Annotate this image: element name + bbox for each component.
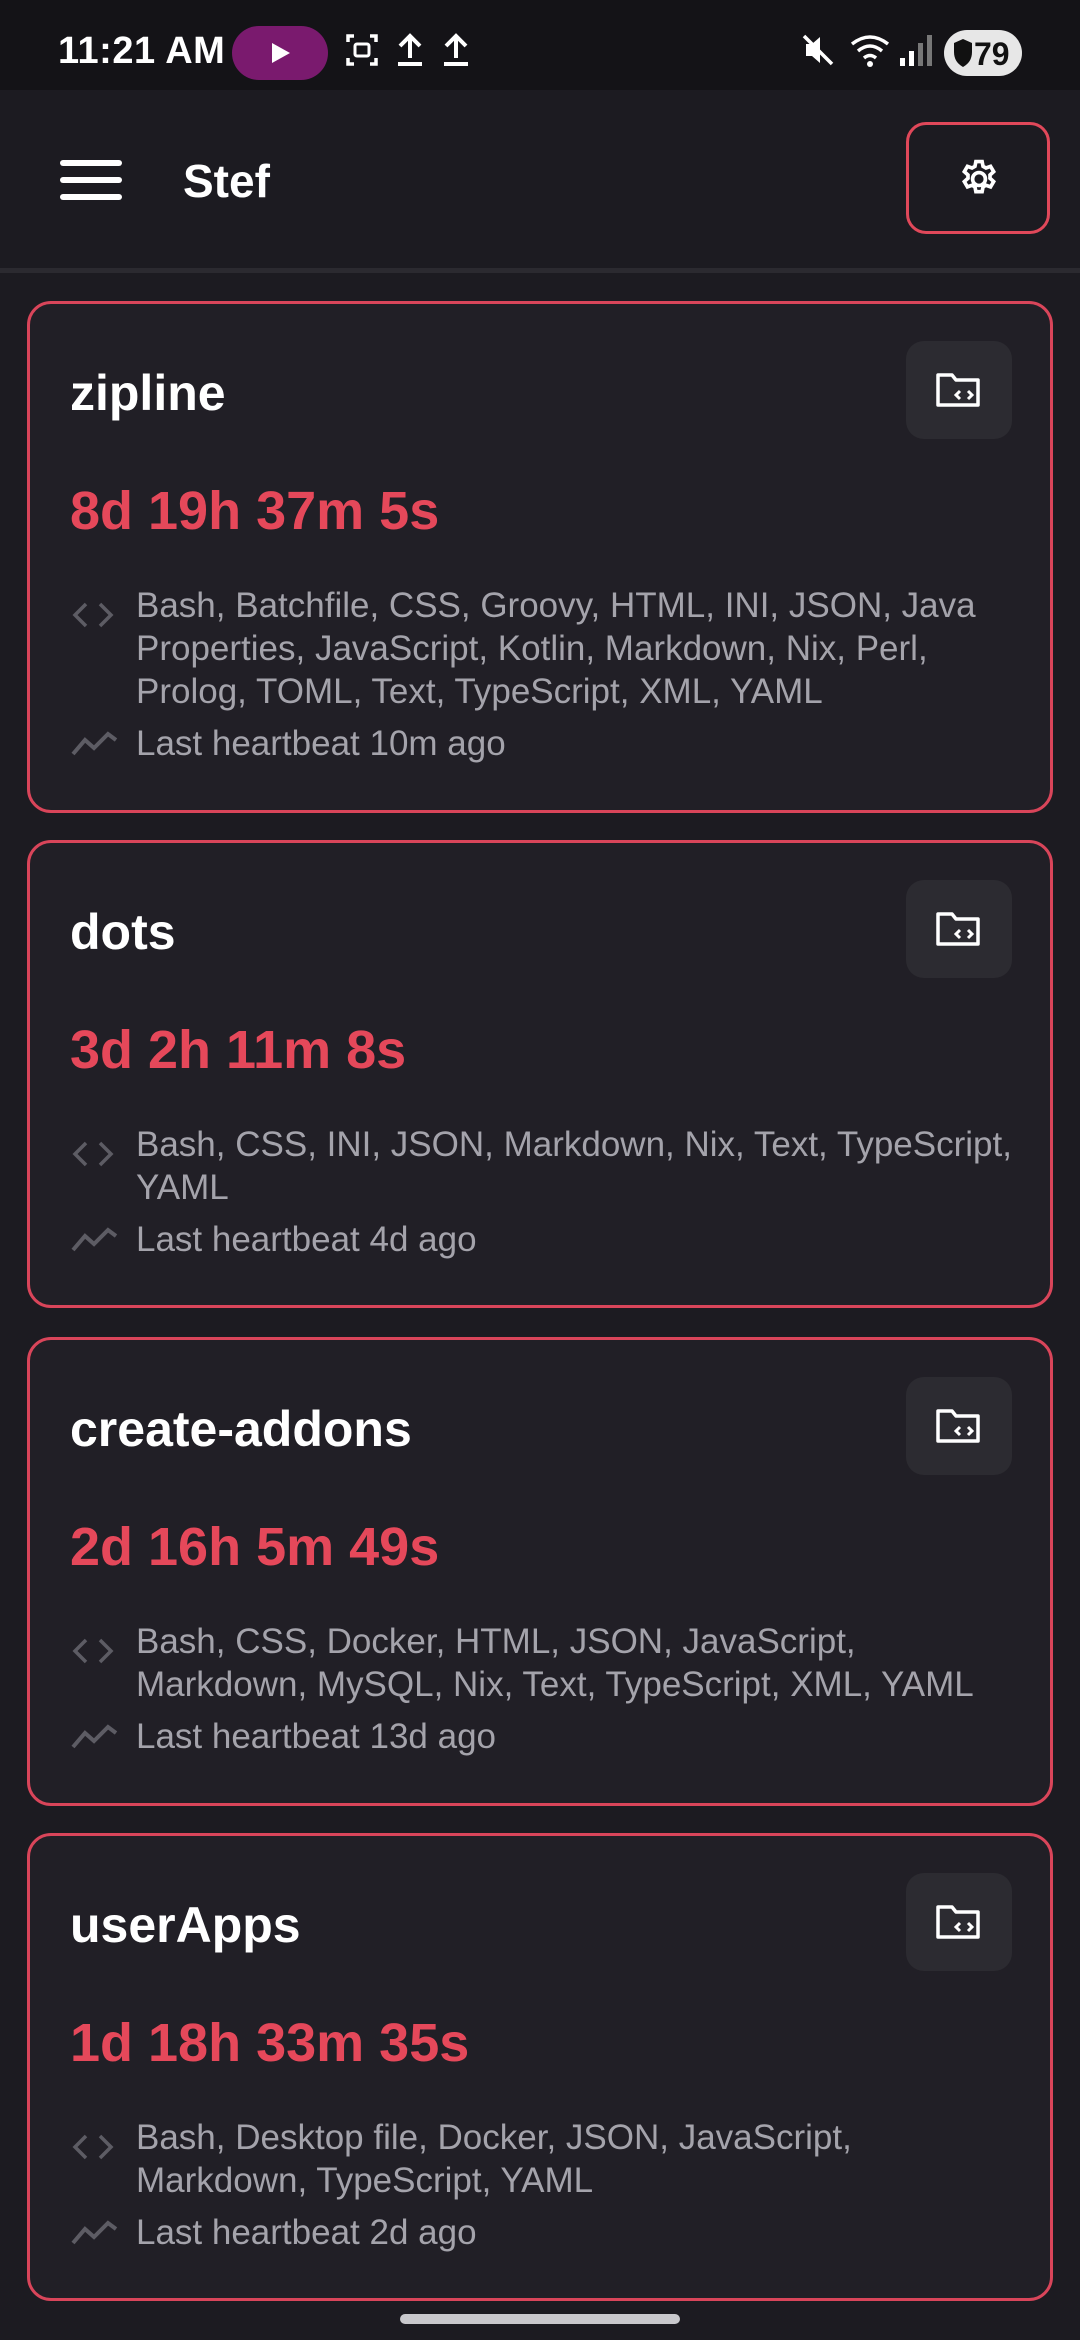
trending-icon <box>71 2220 118 2245</box>
project-languages: Bash, Desktop file, Docker, JSON, JavaSc… <box>136 2118 852 2200</box>
project-heartbeat: Last heartbeat 10m ago <box>136 724 506 763</box>
status-bar: 11:21 AM 79 <box>0 0 1080 90</box>
project-heartbeat: Last heartbeat 2d ago <box>136 2213 477 2252</box>
folder-code-icon <box>936 1409 980 1443</box>
signal-icon <box>900 35 932 66</box>
project-languages: Bash, CSS, Docker, HTML, JSON, JavaScrip… <box>136 1622 974 1704</box>
code-icon <box>72 1141 114 1167</box>
code-icon <box>72 2134 114 2160</box>
open-project-button[interactable] <box>906 880 1012 978</box>
play-icon <box>272 43 290 63</box>
project-heartbeat: Last heartbeat 4d ago <box>136 1220 477 1259</box>
open-project-button[interactable] <box>906 341 1012 439</box>
open-project-button[interactable] <box>906 1377 1012 1475</box>
app-bar-divider <box>0 268 1080 273</box>
settings-button[interactable] <box>906 122 1050 234</box>
trending-icon <box>71 1724 118 1749</box>
trending-icon <box>71 731 118 756</box>
project-card-userApps[interactable]: userApps 1d 18h 33m 35s Bash, Desktop fi… <box>27 1833 1053 2301</box>
project-languages: Bash, CSS, INI, JSON, Markdown, Nix, Tex… <box>136 1125 1012 1207</box>
project-card-zipline[interactable]: zipline 8d 19h 37m 5s Bash, Batchfile, C… <box>27 301 1053 813</box>
upload-icon <box>444 33 468 66</box>
project-languages: Bash, Batchfile, CSS, Groovy, HTML, INI,… <box>136 586 976 711</box>
project-name: dots <box>70 904 176 960</box>
code-icon <box>72 602 114 628</box>
project-name: zipline <box>70 365 226 421</box>
project-name: create-addons <box>70 1401 412 1457</box>
project-heartbeat: Last heartbeat 13d ago <box>136 1717 497 1756</box>
project-card-dots[interactable]: dots 3d 2h 11m 8s Bash, CSS, INI, JSON, … <box>27 840 1053 1308</box>
mute-icon <box>802 34 834 66</box>
folder-code-icon <box>936 1905 980 1939</box>
battery-level: 79 <box>974 36 1010 72</box>
project-time: 8d 19h 37m 5s <box>70 481 440 541</box>
upload-icon <box>398 33 422 66</box>
project-time: 3d 2h 11m 8s <box>70 1020 407 1080</box>
wifi-icon <box>850 35 890 67</box>
trending-icon <box>71 1227 118 1252</box>
project-time: 1d 18h 33m 35s <box>70 2013 470 2073</box>
menu-icon <box>60 160 122 166</box>
folder-code-icon <box>936 912 980 946</box>
project-name: userApps <box>70 1897 301 1953</box>
media-indicator[interactable] <box>232 26 328 80</box>
project-card-create-addons[interactable]: create-addons 2d 16h 5m 49s Bash, CSS, D… <box>27 1337 1053 1806</box>
home-indicator[interactable] <box>400 2314 680 2324</box>
gear-icon <box>961 159 997 194</box>
screenshot-icon <box>346 34 378 66</box>
open-project-button[interactable] <box>906 1873 1012 1971</box>
menu-icon-line <box>60 194 122 200</box>
menu-button[interactable] <box>50 150 130 210</box>
menu-icon-line <box>60 177 122 183</box>
status-time: 11:21 AM <box>58 30 226 72</box>
page-title: Stef <box>183 155 270 207</box>
code-icon <box>72 1638 114 1664</box>
battery-icon <box>954 39 972 67</box>
battery-indicator: 79 <box>944 30 1022 76</box>
folder-code-icon <box>936 373 980 407</box>
project-time: 2d 16h 5m 49s <box>70 1517 440 1577</box>
